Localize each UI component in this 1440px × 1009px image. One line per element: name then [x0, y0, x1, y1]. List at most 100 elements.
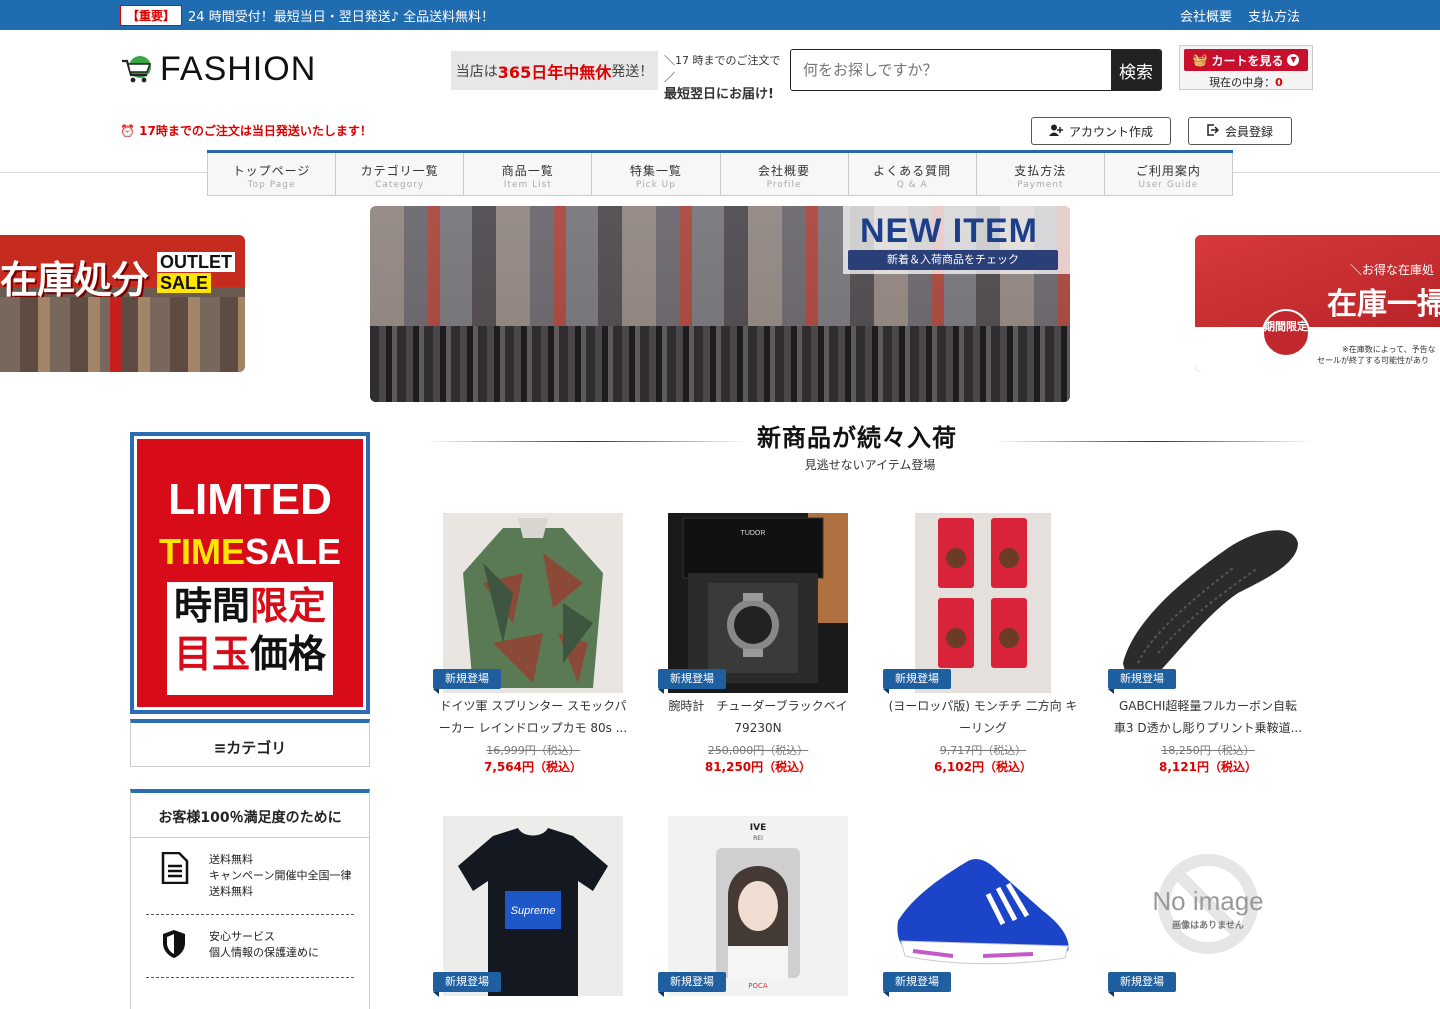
new-arrival-tag: 新規登場 — [433, 972, 501, 997]
nav-item-profile[interactable]: 会社概要 Profile — [719, 153, 848, 195]
shopping-cart-icon — [120, 55, 154, 85]
nav-item-category[interactable]: カテゴリ一覧 Category — [335, 153, 463, 195]
promo2-line2: 最短翌日にお届け! — [664, 87, 774, 102]
product-name[interactable]: GABCHI超軽量フルカーボン自転車3 D透かし彫りプリント乗鞍道... — [1113, 695, 1303, 739]
banner-left-outlet: OUTLET — [157, 252, 235, 272]
product-image[interactable]: Supreme — [443, 816, 623, 996]
nav-label: カテゴリ一覧 — [360, 164, 439, 178]
nav-item-item-list[interactable]: 商品一覧 Item List — [463, 153, 591, 195]
nav-item-guide[interactable]: ご利用案内 User Guide — [1103, 153, 1233, 195]
outlet-sale-banner[interactable]: 在庫処分 OUTLET SALE — [0, 235, 245, 372]
sale-line1: LIMTED — [168, 475, 332, 524]
sale-jp-box: 時間限定 目玉価格 — [167, 582, 333, 695]
free-shipping-item: 送料無料 キャンペーン開催中全国一律送料無料 — [146, 838, 354, 915]
satisfaction-box: お客様100％満足度のために 送料無料 キャンペーン開催中全国一律送料無料 安心… — [130, 789, 370, 1009]
nav-sublabel: Profile — [766, 180, 802, 190]
view-cart-button[interactable]: 🧺 カートを見る ▼ — [1184, 49, 1308, 71]
product-sale-price: 6,102円（税込） — [934, 760, 1032, 774]
new-item-sub: 新着＆入荷商品をチェック — [848, 250, 1058, 270]
nav-sublabel: Category — [375, 180, 425, 190]
nav-sublabel: User Guide — [1138, 180, 1199, 190]
product-name[interactable]: ドイツ軍 スプリンター スモックパーカー レインドロップカモ 80s ... — [438, 695, 628, 739]
nav-label: よくある質問 — [873, 164, 952, 178]
section-subtitle: 見逃せないアイテム登場 — [804, 458, 936, 472]
storefront-photo — [0, 297, 245, 372]
free-shipping-text: 送料無料 キャンペーン開催中全国一律送料無料 — [209, 853, 352, 898]
sale-inner: LIMTED TIMESALE 時間限定 目玉価格 — [137, 439, 363, 707]
limited-time-sale-banner[interactable]: LIMTED TIMESALE 時間限定 目玉価格 — [130, 432, 370, 714]
member-register-button[interactable]: 会員登録 — [1188, 117, 1292, 145]
nav-sublabel: Item List — [503, 180, 552, 190]
site-logo[interactable]: FASHION — [120, 50, 316, 89]
cart-count: 現在の中身：0 — [1180, 74, 1312, 90]
product-old-price: 18,250円（税込） — [1161, 744, 1255, 757]
product-name[interactable]: (ヨーロッパ版) モンチチ 二方向 キーリング — [888, 695, 1078, 739]
promo-365-days: 当店は 365日年中無休 発送！ — [451, 51, 658, 90]
search-bar: 検索 — [790, 49, 1162, 91]
add-user-icon — [1048, 124, 1063, 139]
sale-line2-time: TIME — [158, 531, 245, 572]
product-old-price: 9,717円（税込） — [939, 744, 1027, 757]
category-button[interactable]: ≡カテゴリ — [130, 719, 370, 767]
clearance-banner[interactable]: ＼お得な在庫処 在庫一掃 期間限定 ※在庫数によって、予告な セールが終了する可… — [1195, 235, 1440, 372]
product-image[interactable] — [893, 513, 1073, 693]
new-arrival-tag: 新規登場 — [433, 669, 501, 694]
photocard-title: IVE — [749, 823, 767, 833]
safety-service-text: 安心サービス 個人情報の保護達めに — [209, 930, 319, 959]
new-item-banner[interactable]: NEW ITEM 新着＆入荷商品をチェック — [370, 206, 1070, 402]
svg-text:TUDOR: TUDOR — [741, 530, 766, 537]
nav-label: 支払方法 — [1014, 164, 1067, 178]
create-account-button[interactable]: アカウント作成 — [1031, 117, 1171, 145]
nav-item-payment[interactable]: 支払方法 Payment — [975, 153, 1104, 195]
top-notice-bar: 【重要】 24 時間受付！最短当日・翌日発送♪ 全品送料無料！ 会社概要 支払方… — [0, 0, 1440, 30]
nav-sublabel: Payment — [1017, 180, 1064, 190]
product-image[interactable]: TUDOR — [668, 513, 848, 693]
important-notice: 【重要】 24 時間受付！最短当日・翌日発送♪ 全品送料無料！ — [120, 5, 494, 26]
cart-count-label: 現在の中身： — [1209, 76, 1276, 89]
product-image[interactable]: IVE REI POCA — [668, 816, 848, 996]
new-arrival-tag: 新規登場 — [883, 972, 951, 997]
promo1-highlight: 365日年中無休 — [497, 62, 612, 82]
notice-text: 24 時間受付！最短当日・翌日発送♪ 全品送料無料！ — [188, 10, 495, 25]
nav-label: 特集一覧 — [629, 164, 682, 178]
promo2-line1: ＼17 時までのご注文で／ — [664, 54, 781, 84]
new-arrival-tag: 新規登場 — [658, 669, 726, 694]
search-button[interactable]: 検索 — [1111, 50, 1161, 90]
top-link-company[interactable]: 会社概要 — [1180, 6, 1232, 25]
product-image[interactable]: No image 画像はありません — [1118, 816, 1298, 996]
nav-item-top[interactable]: トップページ Top Page — [207, 153, 335, 195]
nav-label: ご利用案内 — [1135, 164, 1201, 178]
product-image[interactable] — [893, 816, 1073, 996]
product-sale-price: 8,121円（税込） — [1159, 760, 1257, 774]
cart-count-value: 0 — [1275, 76, 1283, 89]
product-image[interactable] — [1118, 513, 1298, 693]
nav-label: トップページ — [232, 164, 311, 178]
promo1-prefix: 当店は — [455, 63, 498, 80]
search-input[interactable] — [791, 50, 1111, 90]
nav-item-faq[interactable]: よくある質問 Q & A — [847, 153, 976, 195]
section-line-left — [425, 441, 748, 442]
sale-jp2b: 価格 — [250, 632, 327, 676]
sale-jp1a: 時間 — [173, 584, 250, 628]
nav-sublabel: Pick Up — [635, 180, 676, 190]
create-account-label: アカウント作成 — [1068, 124, 1153, 139]
no-image-sub: 画像はありません — [1172, 921, 1244, 931]
section-title: 新商品が続々入荷 — [757, 424, 957, 452]
new-arrival-tag: 新規登場 — [1108, 972, 1176, 997]
satisfaction-title: お客様100％満足度のために — [131, 793, 369, 838]
sale-jp-line1: 時間限定 — [167, 582, 333, 630]
product-old-price: 250,000円（税込） — [707, 744, 809, 757]
limited-time-circle: 期間限定 — [1262, 309, 1310, 357]
main-nav: トップページ Top Page カテゴリ一覧 Category 商品一覧 Item L… — [207, 150, 1233, 196]
chevron-down-icon: ▼ — [1287, 54, 1300, 66]
nav-label: 商品一覧 — [501, 164, 554, 178]
top-link-payment[interactable]: 支払方法 — [1248, 6, 1300, 25]
banner-left-sale: SALE — [157, 273, 212, 293]
promo1-suffix: 発送！ — [611, 63, 654, 80]
top-links: 会社概要 支払方法 — [1180, 6, 1300, 25]
nav-item-pickup[interactable]: 特集一覧 Pick Up — [591, 153, 719, 195]
clearance-note2: セールが終了する可能性があり — [1317, 356, 1429, 365]
product-name[interactable]: 腕時計 チューダーブラックベイ 79230N — [663, 695, 853, 739]
clearance-title: 在庫一掃 — [1327, 287, 1440, 322]
product-image[interactable] — [443, 513, 623, 693]
